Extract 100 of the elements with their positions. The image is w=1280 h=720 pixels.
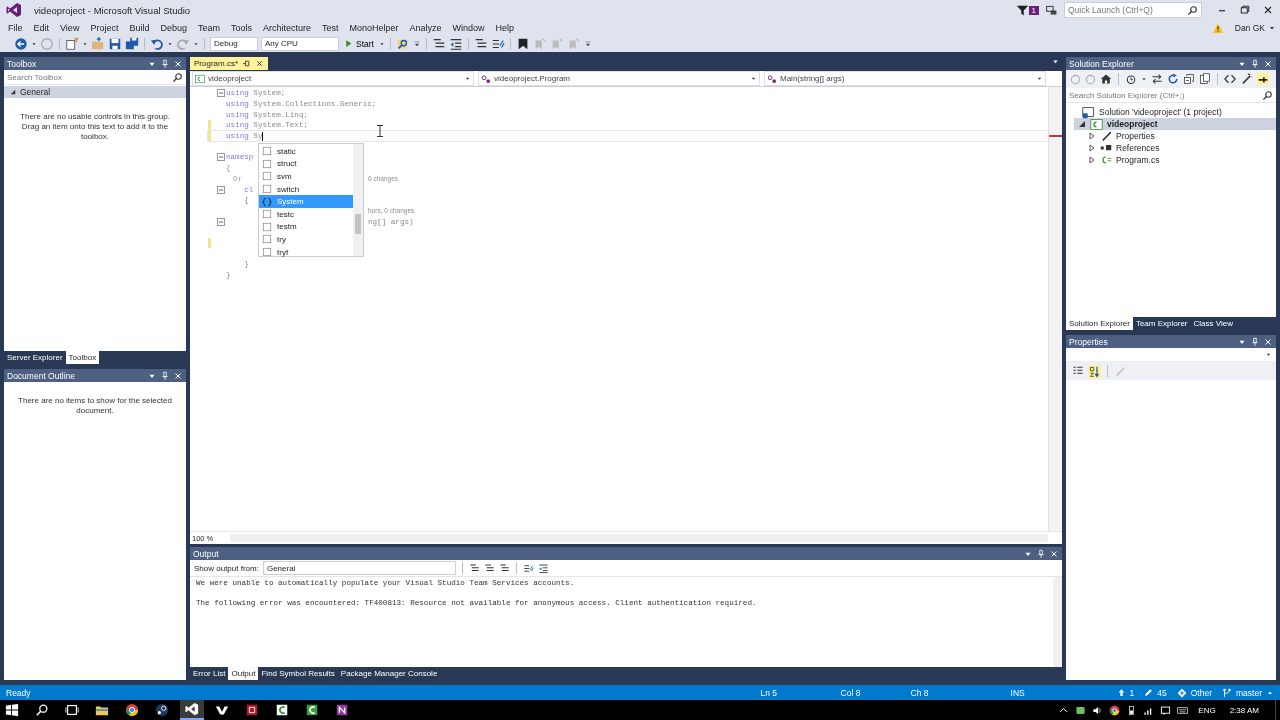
windows-icon[interactable]: [5, 703, 19, 717]
completion-item[interactable]: svm: [259, 170, 353, 183]
search-icon[interactable]: [172, 72, 183, 83]
panel-tab[interactable]: Output: [228, 667, 259, 680]
tree-item[interactable]: Solution 'videoproject' (1 project): [1066, 106, 1276, 118]
repository-selector[interactable]: Other: [1176, 687, 1212, 698]
message-icon[interactable]: [1160, 704, 1172, 716]
alphabetical-icon[interactable]: [1088, 364, 1101, 378]
tray-icon[interactable]: [1075, 704, 1087, 716]
configuration-dropdown[interactable]: Debug: [210, 36, 258, 51]
tree-item[interactable]: Properties: [1084, 130, 1276, 142]
platform-dropdown[interactable]: Any CPU: [261, 36, 339, 51]
lines-icon[interactable]: [483, 562, 495, 574]
group-header[interactable]: General: [4, 86, 186, 98]
save-icon[interactable]: [108, 36, 122, 51]
clear-icon[interactable]: [537, 562, 549, 574]
menu-item[interactable]: File: [4, 22, 27, 33]
refresh-icon[interactable]: [1167, 73, 1179, 85]
tree-item[interactable]: Program.cs: [1084, 154, 1276, 166]
menu-item[interactable]: View: [56, 22, 84, 33]
app-icon[interactable]: [275, 703, 289, 717]
close-icon[interactable]: [1049, 548, 1059, 559]
pin-icon[interactable]: [160, 58, 170, 69]
tree-item[interactable]: videoproject: [1074, 118, 1276, 130]
filter-icon[interactable]: [1015, 3, 1029, 17]
completion-item[interactable]: static: [259, 145, 353, 158]
lines-icon[interactable]: [498, 562, 510, 574]
word-wrap-icon[interactable]: [522, 562, 534, 574]
navigation-dropdown[interactable]: videoproject.Program: [478, 71, 760, 86]
navigation-dropdown[interactable]: videoproject: [192, 71, 474, 86]
completion-item[interactable]: testc: [259, 207, 353, 221]
app-icon[interactable]: [305, 703, 319, 717]
lines-icon[interactable]: [468, 562, 480, 574]
task-view-icon[interactable]: [65, 703, 79, 717]
outdent-icon[interactable]: [448, 36, 463, 51]
copy-icon[interactable]: [1199, 73, 1211, 85]
pin-icon[interactable]: [242, 59, 251, 68]
code-icon[interactable]: [1224, 73, 1236, 85]
undo-icon[interactable]: [150, 36, 164, 51]
search-field[interactable]: Search Toolbox: [7, 73, 172, 82]
pin-icon[interactable]: [1250, 336, 1260, 347]
menu-item[interactable]: Project: [86, 22, 123, 33]
completion-item[interactable]: tryf: [259, 245, 353, 259]
menu-item[interactable]: Edit: [29, 22, 54, 33]
panel-tab[interactable]: Find Symbol Results: [258, 667, 338, 680]
close-icon[interactable]: [1263, 58, 1273, 69]
unpushed-commits[interactable]: 1: [1116, 687, 1135, 698]
menu-item[interactable]: Help: [491, 22, 519, 33]
dropdown-icon[interactable]: [1141, 75, 1147, 83]
clock[interactable]: 2:38 AM: [1229, 705, 1259, 715]
menu-item[interactable]: Architecture: [259, 22, 315, 33]
close-icon[interactable]: [255, 59, 264, 68]
menu-item[interactable]: Debug: [156, 22, 191, 33]
browser-icon[interactable]: [125, 703, 139, 717]
warning-icon[interactable]: [1211, 21, 1224, 34]
steam-icon[interactable]: [155, 703, 169, 717]
panel-tab[interactable]: Class View: [1190, 317, 1236, 330]
quick-launch-field[interactable]: Quick Launch (Ctrl+Q): [1064, 2, 1202, 18]
close-icon[interactable]: [173, 58, 183, 69]
input-language[interactable]: ENG: [1198, 705, 1216, 715]
app-icon[interactable]: [245, 703, 259, 717]
pin-icon[interactable]: [1036, 548, 1046, 559]
close-icon[interactable]: [1263, 336, 1273, 347]
menu-item[interactable]: Analyze: [405, 22, 446, 33]
completion-item[interactable]: try: [259, 233, 353, 246]
close-icon[interactable]: [1262, 4, 1274, 16]
panel-tab[interactable]: Server Explorer: [4, 351, 66, 364]
completion-item[interactable]: switch: [259, 182, 353, 196]
menu-item[interactable]: Tools: [226, 22, 256, 33]
dropdown-icon[interactable]: [464, 75, 471, 82]
new-project-icon[interactable]: [65, 36, 79, 51]
document-tab[interactable]: Program.cs*: [190, 57, 268, 70]
sync-icon[interactable]: [1151, 73, 1163, 85]
scrollbar[interactable]: [353, 144, 363, 256]
dropdown-icon[interactable]: [1265, 351, 1272, 358]
completion-item[interactable]: struct: [259, 157, 353, 171]
pin-icon[interactable]: [1250, 58, 1260, 69]
home-icon[interactable]: [1100, 73, 1112, 85]
maximize-icon[interactable]: [1239, 4, 1251, 16]
scrollbar[interactable]: [1053, 577, 1062, 667]
tree-item[interactable]: References: [1084, 142, 1276, 154]
collapse-icon[interactable]: [217, 185, 225, 194]
pin-icon[interactable]: [160, 370, 170, 381]
user-menu[interactable]: Dan GK: [1234, 22, 1265, 33]
save-all-icon[interactable]: [125, 36, 139, 51]
collapse-icon[interactable]: [217, 217, 225, 226]
collapse-all-icon[interactable]: [1183, 73, 1195, 85]
pending-changes[interactable]: 45: [1144, 687, 1167, 698]
menu-item[interactable]: Build: [125, 22, 154, 33]
feedback-icon[interactable]: [1045, 3, 1058, 17]
panel-tab[interactable]: Team Explorer: [1132, 317, 1191, 330]
search-icon[interactable]: [35, 703, 49, 717]
start-button[interactable]: Start: [342, 38, 376, 49]
panel-tab[interactable]: Toolbox: [65, 351, 100, 364]
open-icon[interactable]: [91, 36, 105, 51]
panel-tab[interactable]: Solution Explorer: [1066, 317, 1133, 330]
menu-item[interactable]: MonoHelper: [345, 22, 403, 33]
keyboard-icon[interactable]: [1177, 704, 1189, 716]
panel-tab[interactable]: Package Manager Console: [337, 667, 441, 680]
clock-icon[interactable]: [1125, 73, 1137, 85]
